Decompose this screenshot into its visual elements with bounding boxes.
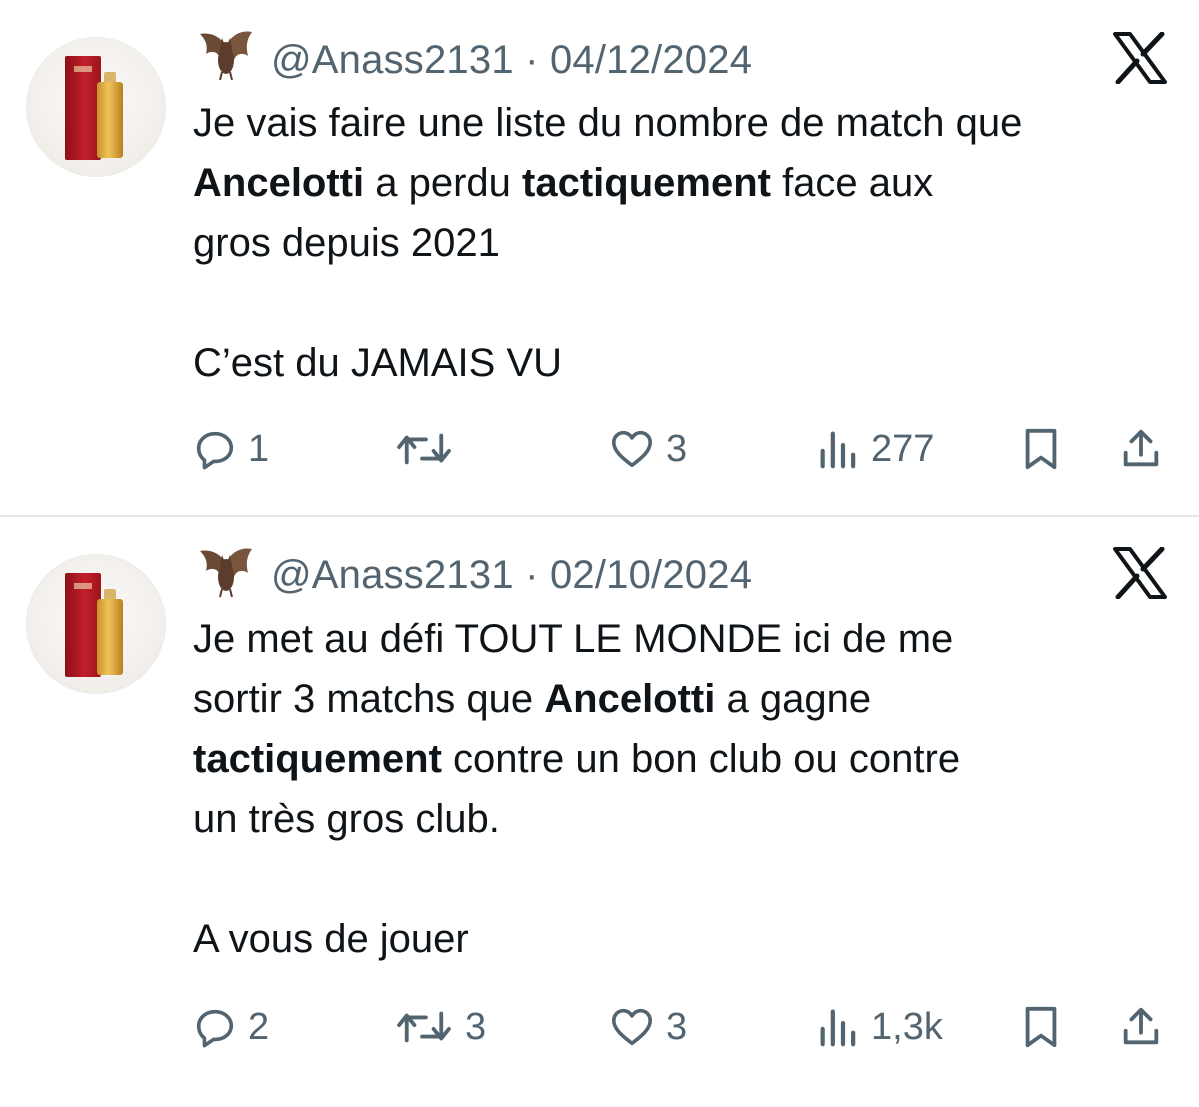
- heart-icon: [611, 430, 653, 468]
- perfume-box: [65, 56, 101, 160]
- tweet-meta: @Anass2131 · 02/10/2024: [271, 553, 752, 598]
- tweet-date[interactable]: 02/10/2024: [550, 553, 752, 597]
- x-logo-icon: [1113, 32, 1167, 84]
- bold-text-run: tactiquement: [522, 161, 771, 205]
- views-button[interactable]: 1,3k: [815, 997, 943, 1057]
- avatar[interactable]: [26, 554, 166, 694]
- tweet-text: Je met au défi TOUT LE MONDE ici de me s…: [193, 609, 1188, 969]
- views-icon: [820, 1009, 856, 1047]
- tweet-text: Je vais faire une liste du nombre de mat…: [193, 93, 1188, 393]
- bold-text-run: Ancelotti: [544, 677, 716, 721]
- text-run: Je vais faire une liste du nombre de mat…: [193, 101, 1023, 145]
- tweet-date[interactable]: 04/12/2024: [550, 38, 752, 82]
- text-run: a perdu: [364, 161, 523, 205]
- retweet-button[interactable]: [393, 419, 465, 479]
- reply-button[interactable]: 1: [192, 419, 269, 479]
- like-button[interactable]: 3: [608, 419, 687, 479]
- bookmark-icon: [1025, 1006, 1057, 1048]
- user-handle[interactable]: @Anass2131: [271, 38, 514, 82]
- tweet-actions: 1 3 277: [0, 419, 1199, 479]
- reply-button[interactable]: 2: [192, 997, 269, 1057]
- bookmark-icon: [1025, 428, 1057, 470]
- reply-icon: [196, 431, 234, 470]
- avatar[interactable]: [26, 37, 166, 177]
- x-logo-icon: [1113, 547, 1167, 599]
- retweet-button[interactable]: 3: [393, 997, 486, 1057]
- tweet-actions: 2 3 3 1,3k: [0, 997, 1199, 1057]
- bat-icon: [200, 548, 252, 598]
- views-icon: [820, 431, 856, 469]
- user-handle[interactable]: @Anass2131: [271, 553, 514, 597]
- share-icon: [1123, 429, 1159, 467]
- reply-count: 2: [248, 1005, 270, 1048]
- reply-count: 1: [248, 427, 270, 470]
- share-icon: [1123, 1007, 1159, 1045]
- bold-text-run: Ancelotti: [193, 161, 365, 205]
- tweet-card[interactable]: @Anass2131 · 04/12/2024 Je vais faire un…: [0, 0, 1199, 515]
- perfume-bottle: [97, 599, 123, 675]
- retweet-icon: [397, 1011, 451, 1043]
- like-count: 3: [666, 427, 688, 470]
- perfume-bottle: [97, 82, 123, 158]
- bold-text-run: tactiquement: [193, 737, 442, 781]
- retweet-count: 3: [465, 1005, 487, 1048]
- share-button[interactable]: [1118, 997, 1164, 1057]
- perfume-box: [65, 573, 101, 677]
- share-button[interactable]: [1118, 419, 1164, 479]
- bookmark-button[interactable]: [1018, 997, 1064, 1057]
- tweet-meta: @Anass2131 · 04/12/2024: [271, 38, 752, 83]
- like-button[interactable]: 3: [608, 997, 687, 1057]
- views-button[interactable]: 277: [815, 419, 934, 479]
- like-count: 3: [666, 1005, 688, 1048]
- heart-icon: [611, 1008, 653, 1046]
- view-count: 277: [871, 427, 935, 470]
- meta-separator: ·: [525, 553, 539, 597]
- tweet-card[interactable]: @Anass2131 · 02/10/2024 Je met au défi T…: [0, 517, 1199, 1107]
- view-count: 1,3k: [871, 1005, 943, 1048]
- retweet-icon: [397, 433, 451, 465]
- bookmark-button[interactable]: [1018, 419, 1064, 479]
- text-run: a gagne: [726, 677, 872, 721]
- bat-icon: [200, 31, 252, 81]
- meta-separator: ·: [525, 38, 539, 82]
- reply-icon: [196, 1009, 234, 1048]
